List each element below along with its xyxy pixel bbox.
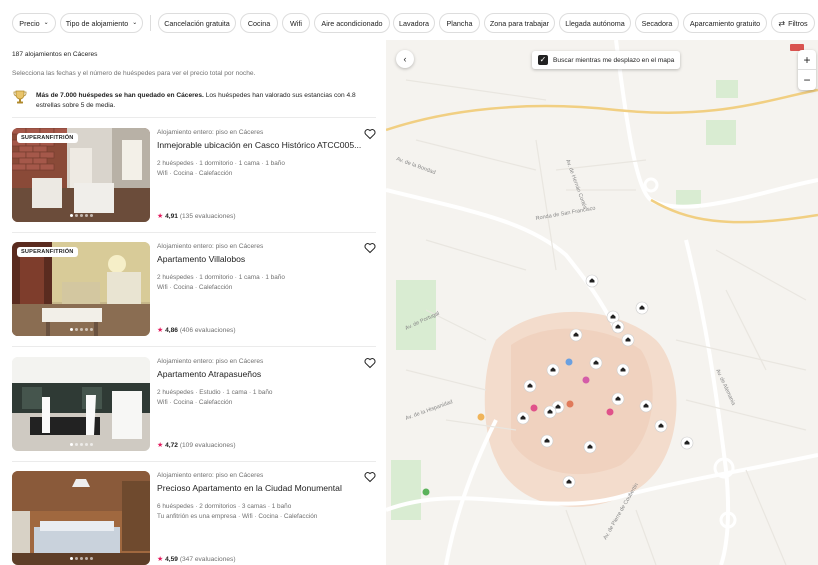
review-count: (109 evaluaciones)	[179, 442, 236, 449]
listing-title[interactable]: Inmejorable ubicación en Casco Histórico…	[157, 140, 362, 150]
filter-chip-iron[interactable]: Plancha	[439, 13, 480, 33]
price-filter-label: Precio	[19, 18, 40, 28]
listing-card[interactable]: SUPERANFITRIÓN Alojamiento entero: piso …	[12, 128, 378, 222]
trophy-icon	[13, 90, 27, 104]
promo-text: Más de 7.000 huéspedes se han quedado en…	[36, 91, 376, 110]
listing-rating: ★ 4,59 (347 evaluaciones)	[157, 555, 236, 563]
filter-chip-kitchen[interactable]: Cocina	[240, 13, 278, 33]
listing-details: 2 huéspedes · Estudio · 1 cama · 1 baño	[157, 389, 273, 396]
back-button[interactable]: ‹	[396, 50, 414, 68]
heart-icon[interactable]	[364, 242, 376, 254]
listing-details: 2 huéspedes · 1 dormitorio · 1 cama · 1 …	[157, 274, 285, 281]
filters-button-label: Filtros	[788, 18, 808, 28]
filter-chip-self-check-in[interactable]: Llegada autónoma	[559, 13, 631, 33]
filter-chip-dryer[interactable]: Secadora	[635, 13, 679, 33]
listing-type: Alojamiento entero: piso en Cáceres	[157, 243, 264, 250]
poi-pin	[582, 376, 590, 384]
superhost-badge: SUPERANFITRIÓN	[17, 247, 78, 257]
star-icon: ★	[157, 327, 164, 334]
listing-card[interactable]: Alojamiento entero: piso en Cáceres Apar…	[12, 357, 378, 451]
listing-photo[interactable]: SUPERANFITRIÓN	[12, 128, 150, 222]
listing-amenities: Wifi · Cocina · Calefacción	[157, 170, 233, 177]
checkbox-checked-icon[interactable]: ✓	[538, 55, 548, 65]
listing-title[interactable]: Apartamento Atrapasueños	[157, 369, 362, 379]
poi-pin	[565, 358, 573, 366]
listing-details: 6 huéspedes · 2 dormitorios · 3 camas · …	[157, 503, 292, 510]
filter-divider	[150, 15, 151, 31]
superhost-badge: SUPERANFITRIÓN	[17, 133, 78, 143]
photo-dots	[70, 557, 93, 560]
poi-pin	[606, 408, 614, 416]
map[interactable]: Av. de Hernán Cortés Av. de la Hispanida…	[386, 40, 818, 565]
listing-rating: ★ 4,91 (135 evaluaciones)	[157, 212, 236, 220]
zoom-in-button[interactable]: +	[798, 50, 816, 70]
map-canvas: Av. de Hernán Cortés Av. de la Hispanida…	[386, 40, 818, 565]
listing-rating: ★ 4,72 (109 evaluaciones)	[157, 441, 236, 449]
star-icon: ★	[157, 213, 164, 220]
star-icon: ★	[157, 442, 164, 449]
rating-value: 4,91	[165, 213, 178, 220]
filter-chip-free-cancellation[interactable]: Cancelación gratuita	[158, 13, 236, 33]
search-as-move-label: Buscar mientras me desplazo en el mapa	[553, 56, 675, 64]
heart-icon[interactable]	[364, 128, 376, 140]
type-filter-label: Tipo de alojamiento	[65, 18, 129, 28]
filter-chip-free-parking[interactable]: Aparcamiento gratuito	[683, 13, 767, 33]
listing-title[interactable]: Precioso Apartamento en la Ciudad Monume…	[157, 483, 362, 493]
poi-pin	[422, 488, 430, 496]
rating-value: 4,72	[165, 442, 178, 449]
heart-icon[interactable]	[364, 357, 376, 369]
filters-button[interactable]: ⇄ Filtros	[771, 13, 815, 33]
type-filter-button[interactable]: Tipo de alojamiento ⌄	[60, 13, 143, 33]
photo-dots	[70, 443, 93, 446]
listing-rating: ★ 4,86 (406 evaluaciones)	[157, 326, 236, 334]
bedroom-photo	[12, 471, 150, 565]
poi-pin	[477, 413, 485, 421]
listing-details: 2 huéspedes · 1 dormitorio · 1 cama · 1 …	[157, 160, 285, 167]
filter-chip-air-conditioning[interactable]: Aire acondicionado	[314, 13, 390, 33]
listing-amenities: Wifi · Cocina · Calefacción	[157, 284, 233, 291]
listing-type: Alojamiento entero: piso en Cáceres	[157, 472, 264, 479]
search-as-move-toggle[interactable]: ✓ Buscar mientras me desplazo en el mapa	[532, 51, 681, 69]
listing-card[interactable]: SUPERANFITRIÓN Alojamiento entero: piso …	[12, 242, 378, 336]
listing-type: Alojamiento entero: piso en Cáceres	[157, 129, 264, 136]
photo-dots	[70, 328, 93, 331]
poi-pin	[530, 404, 538, 412]
listing-amenities: Tu anfitrión es una empresa · Wifi · Coc…	[157, 513, 318, 520]
heart-icon[interactable]	[364, 471, 376, 483]
listing-photo[interactable]	[12, 471, 150, 565]
filter-chip-workspace[interactable]: Zona para trabajar	[484, 13, 555, 33]
chevron-left-icon: ‹	[403, 54, 407, 64]
results-count: 187 alojamientos en Cáceres	[12, 51, 98, 58]
listing-photo[interactable]	[12, 357, 150, 451]
listing-title[interactable]: Apartamento Villalobos	[157, 254, 362, 264]
chevron-down-icon: ⌄	[43, 19, 49, 26]
listing-amenities: Wifi · Cocina · Calefacción	[157, 399, 233, 406]
listing-photo[interactable]: SUPERANFITRIÓN	[12, 242, 150, 336]
dates-hint: Selecciona las fechas y el número de hué…	[12, 70, 256, 77]
zoom-controls: + −	[798, 50, 816, 90]
filter-chip-wifi[interactable]: Wifi	[282, 13, 310, 33]
list-divider	[12, 117, 376, 118]
star-icon: ★	[157, 556, 164, 563]
filter-bar: Precio ⌄ Tipo de alojamiento ⌄ Cancelación…	[0, 0, 818, 40]
review-count: (406 evaluaciones)	[179, 327, 236, 334]
promo-headline: Más de 7.000 huéspedes se han quedado en…	[36, 92, 204, 99]
chevron-down-icon: ⌄	[132, 19, 138, 26]
rating-value: 4,59	[165, 556, 178, 563]
rating-value: 4,86	[165, 327, 178, 334]
photo-dots	[70, 214, 93, 217]
list-divider	[12, 461, 376, 462]
list-divider	[12, 346, 376, 347]
zoom-out-button[interactable]: −	[798, 70, 816, 90]
price-filter-button[interactable]: Precio ⌄	[12, 13, 56, 33]
poi-pin	[566, 400, 574, 408]
dining-room-photo	[12, 357, 150, 451]
review-count: (347 evaluaciones)	[179, 556, 236, 563]
review-count: (135 evaluaciones)	[179, 213, 236, 220]
listing-card[interactable]: Alojamiento entero: piso en Cáceres Prec…	[12, 471, 378, 565]
sliders-icon: ⇄	[778, 18, 786, 28]
listing-type: Alojamiento entero: piso en Cáceres	[157, 358, 264, 365]
list-divider	[12, 232, 376, 233]
filter-chip-washer[interactable]: Lavadora	[393, 13, 435, 33]
